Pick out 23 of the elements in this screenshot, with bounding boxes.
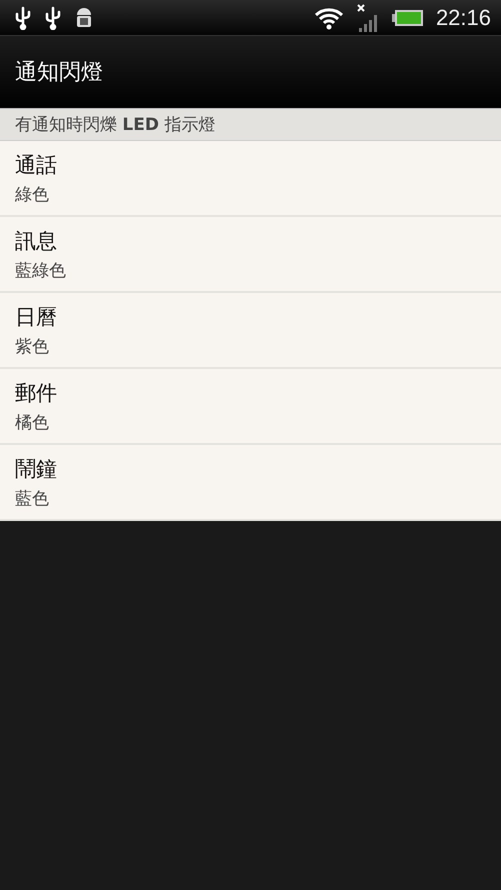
setting-title: 郵件	[15, 380, 58, 406]
usb-icon	[44, 6, 62, 30]
wifi-icon	[314, 6, 344, 30]
screen-title: 通知閃燈	[15, 59, 103, 87]
setting-summary: 綠色	[15, 184, 50, 206]
setting-title: 通話	[15, 152, 58, 178]
section-header-text: 有通知時閃爍 LED 指示燈	[15, 114, 216, 136]
battery-icon	[392, 8, 424, 26]
setting-row[interactable]: 日曆 紫色	[0, 293, 501, 369]
setting-summary: 橘色	[15, 412, 50, 434]
setting-row[interactable]: 訊息 藍綠色	[0, 217, 501, 293]
setting-title: 日曆	[15, 304, 58, 330]
setting-row[interactable]: 通話 綠色	[0, 141, 501, 217]
setting-summary: 藍色	[15, 488, 50, 510]
setting-summary: 紫色	[15, 336, 50, 358]
no-signal-icon	[356, 2, 380, 32]
setting-row[interactable]: 鬧鐘 藍色	[0, 445, 501, 521]
setting-row[interactable]: 郵件 橘色	[0, 369, 501, 445]
setting-summary: 藍綠色	[15, 260, 67, 282]
setting-title: 訊息	[15, 228, 58, 254]
usb-icon	[14, 6, 32, 30]
clock-time: 22:16	[436, 4, 491, 30]
setting-title: 鬧鐘	[15, 456, 58, 482]
